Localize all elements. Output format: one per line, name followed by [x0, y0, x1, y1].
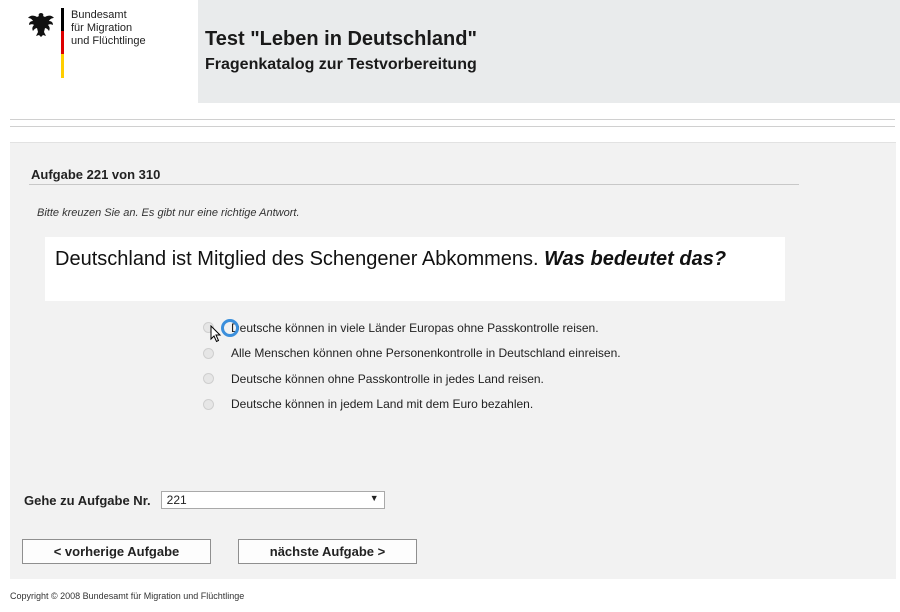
task-number-select[interactable]: 221 ▼ [160, 491, 385, 509]
agency-logo: Bundesamt für Migration und Flüchtlinge [0, 0, 198, 103]
agency-name: Bundesamt für Migration und Flüchtlinge [71, 9, 191, 48]
federal-eagle-icon [28, 13, 54, 37]
question-text: Deutschland ist Mitglied des Schengener … [55, 247, 775, 272]
answer-label[interactable]: Deutsche können ohne Passkontrolle in je… [231, 372, 544, 386]
page-title: Test "Leben in Deutschland" [205, 28, 477, 50]
answer-option-2[interactable]: Alle Menschen können ohne Personenkontro… [203, 341, 621, 367]
select-value: 221 [166, 493, 187, 507]
previous-task-button[interactable]: < vorherige Aufgabe [22, 539, 211, 564]
question-box: Deutschland ist Mitglied des Schengener … [45, 237, 785, 301]
task-counter: Aufgabe 221 von 310 [31, 167, 161, 182]
page-header: Bundesamt für Migration und Flüchtlinge … [0, 0, 900, 103]
answer-label[interactable]: Alle Menschen können ohne Personenkontro… [231, 346, 621, 360]
question-statement: Deutschland ist Mitglied des Schengener … [55, 248, 539, 270]
question-panel: Aufgabe 221 von 310 Bitte kreuzen Sie an… [10, 142, 896, 579]
next-task-button[interactable]: nächste Aufgabe > [238, 539, 417, 564]
agency-line-1: Bundesamt [71, 9, 127, 21]
focus-ring-indicator [221, 319, 239, 337]
page-subtitle: Fragenkatalog zur Testvorbereitung [205, 56, 477, 73]
radio-button[interactable] [203, 347, 214, 359]
task-divider [29, 184, 799, 185]
radio-button[interactable] [203, 373, 214, 385]
answer-option-4[interactable]: Deutsche können in jedem Land mit dem Eu… [203, 392, 621, 418]
answer-option-3[interactable]: Deutsche können ohne Passkontrolle in je… [203, 366, 621, 392]
copyright-footer: Copyright © 2008 Bundesamt für Migration… [10, 591, 245, 601]
german-flag-stripe [61, 8, 64, 78]
goto-label: Gehe zu Aufgabe Nr. [24, 492, 151, 508]
answer-label[interactable]: Deutsche können in viele Länder Europas … [231, 321, 599, 335]
header-divider [10, 119, 895, 127]
chevron-down-icon[interactable]: ▼ [370, 493, 379, 503]
radio-button[interactable] [203, 398, 214, 410]
goto-task: Gehe zu Aufgabe Nr. 221 ▼ [24, 491, 385, 509]
agency-line-3: und Flüchtlinge [71, 35, 146, 47]
agency-line-2: für Migration [71, 22, 133, 34]
answer-option-1[interactable]: Deutsche können in viele Länder Europas … [203, 315, 621, 343]
instruction-text: Bitte kreuzen Sie an. Es gibt nur eine r… [37, 207, 300, 219]
question-emphasis: Was bedeutet das? [544, 248, 727, 270]
answer-label[interactable]: Deutsche können in jedem Land mit dem Eu… [231, 397, 533, 411]
answer-list: Deutsche können in viele Länder Europas … [203, 315, 621, 417]
title-banner: Test "Leben in Deutschland" Fragenkatalo… [198, 0, 900, 103]
